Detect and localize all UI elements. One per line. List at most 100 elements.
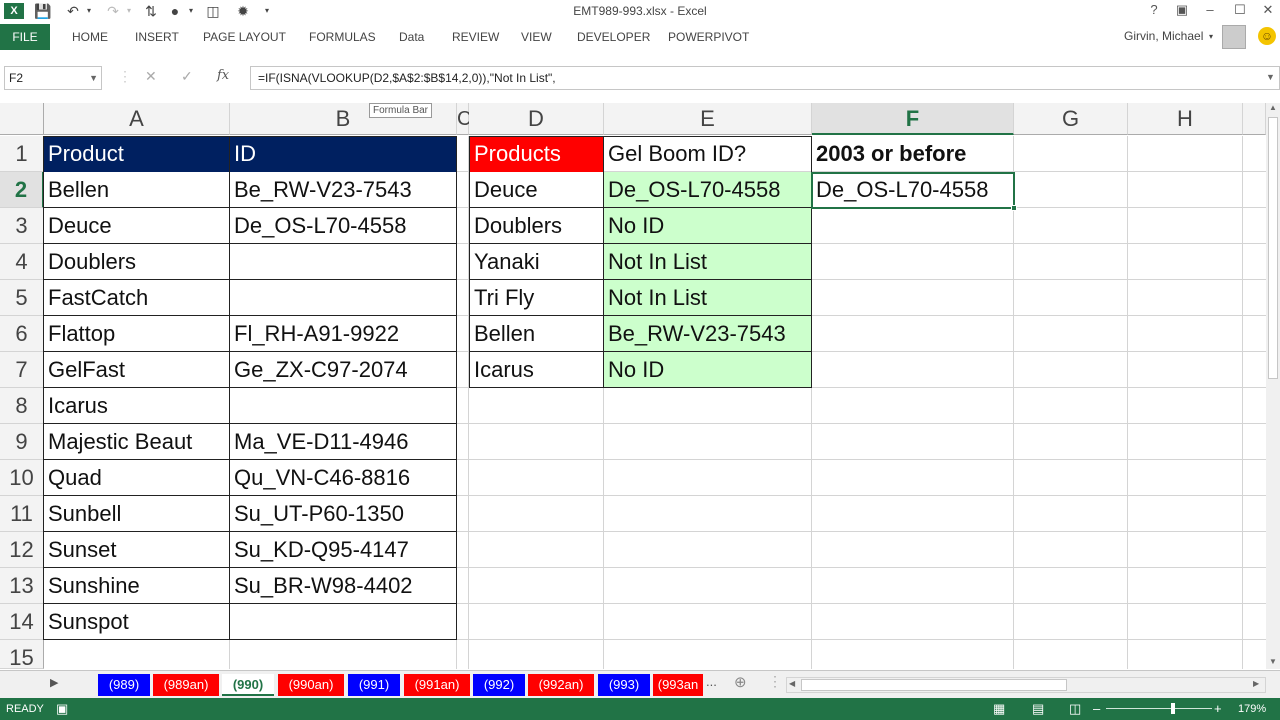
- column-header-d[interactable]: D: [469, 103, 604, 135]
- sheet-tab-992[interactable]: (992): [473, 674, 525, 696]
- row-header-3[interactable]: 3: [0, 208, 44, 244]
- sheet-tab-990an[interactable]: (990an): [278, 674, 344, 696]
- cell-e7[interactable]: No ID: [604, 352, 811, 388]
- new-sheet-icon[interactable]: ⊕: [734, 673, 747, 691]
- select-all-corner[interactable]: [0, 103, 44, 135]
- column-header-e[interactable]: E: [604, 103, 812, 135]
- page-break-view-icon[interactable]: ◫: [1069, 701, 1081, 717]
- cell-a13[interactable]: Sunshine: [44, 568, 229, 604]
- cell-a2[interactable]: Bellen: [44, 172, 229, 208]
- cell-a6[interactable]: Flattop: [44, 316, 229, 352]
- sheet-tab-991[interactable]: (991): [348, 674, 400, 696]
- cell-d5[interactable]: Tri Fly: [470, 280, 603, 316]
- sheet-tab-989[interactable]: (989): [98, 674, 150, 696]
- cell-a8[interactable]: Icarus: [44, 388, 229, 424]
- sheet-tab-990[interactable]: (990): [222, 674, 274, 696]
- expand-formula-icon[interactable]: ▼: [1266, 72, 1275, 82]
- cell-a10[interactable]: Quad: [44, 460, 229, 496]
- row-header-6[interactable]: 6: [0, 316, 44, 352]
- tab-formulas[interactable]: FORMULAS: [309, 24, 376, 50]
- row-header-14[interactable]: 14: [0, 604, 44, 640]
- tab-review[interactable]: REVIEW: [452, 24, 499, 50]
- tab-insert[interactable]: INSERT: [135, 24, 179, 50]
- row-header-5[interactable]: 5: [0, 280, 44, 316]
- cell-b6[interactable]: Fl_RH-A91-9922: [230, 316, 456, 352]
- cell-b10[interactable]: Qu_VN-C46-8816: [230, 460, 456, 496]
- user-name[interactable]: Girvin, Michael: [1124, 29, 1203, 43]
- column-header-c[interactable]: C: [457, 103, 471, 135]
- tab-powerpivot[interactable]: POWERPIVOT: [668, 24, 749, 50]
- cell-b8[interactable]: [230, 388, 456, 424]
- column-header-a[interactable]: A: [44, 103, 230, 135]
- row-header-4[interactable]: 4: [0, 244, 44, 280]
- fill-handle[interactable]: [1011, 205, 1017, 211]
- column-header-h[interactable]: H: [1128, 103, 1243, 135]
- name-box[interactable]: F2 ▼: [4, 66, 102, 90]
- header-product[interactable]: Product: [44, 136, 229, 172]
- header-gel-boom-id[interactable]: Gel Boom ID?: [604, 136, 811, 172]
- cell-f1[interactable]: 2003 or before: [812, 136, 1013, 172]
- formula-input[interactable]: =IF(ISNA(VLOOKUP(D2,$A$2:$B$14,2,0)),"No…: [250, 66, 1280, 90]
- zoom-out-icon[interactable]: –: [1093, 701, 1100, 716]
- ribbon-display-icon[interactable]: ▣: [1170, 2, 1194, 18]
- tab-file[interactable]: FILE: [0, 24, 50, 50]
- tab-home[interactable]: HOME: [72, 24, 108, 50]
- horizontal-scrollbar[interactable]: ◀ ▶: [786, 677, 1266, 693]
- cell-d7[interactable]: Icarus: [470, 352, 603, 388]
- cell-a5[interactable]: FastCatch: [44, 280, 229, 316]
- cell-e2[interactable]: De_OS-L70-4558: [604, 172, 811, 208]
- cell-e3[interactable]: No ID: [604, 208, 811, 244]
- row-header-11[interactable]: 11: [0, 496, 44, 532]
- cell-d6[interactable]: Bellen: [470, 316, 603, 352]
- row-header-8[interactable]: 8: [0, 388, 44, 424]
- vertical-scroll-thumb[interactable]: [1268, 117, 1278, 379]
- cell-a7[interactable]: GelFast: [44, 352, 229, 388]
- header-id[interactable]: ID: [230, 136, 456, 172]
- cell-d2[interactable]: Deuce: [470, 172, 603, 208]
- tab-split-dots-icon[interactable]: ⋮: [768, 673, 782, 690]
- more-sheets-ellipsis[interactable]: ...: [706, 674, 717, 689]
- vertical-scrollbar[interactable]: ▲ ▼: [1266, 103, 1280, 669]
- close-icon[interactable]: ✕: [1256, 2, 1280, 18]
- cell-a9[interactable]: Majestic Beaut: [44, 424, 229, 460]
- sheet-tab-991an[interactable]: (991an): [404, 674, 470, 696]
- cell-a3[interactable]: Deuce: [44, 208, 229, 244]
- cell-b12[interactable]: Su_KD-Q95-4147: [230, 532, 456, 568]
- maximize-icon[interactable]: ☐: [1228, 2, 1252, 18]
- tab-developer[interactable]: DEVELOPER: [577, 24, 650, 50]
- column-header-f[interactable]: F: [812, 103, 1014, 135]
- tab-data[interactable]: Data: [399, 24, 424, 50]
- cell-b7[interactable]: Ge_ZX-C97-2074: [230, 352, 456, 388]
- enter-check-icon[interactable]: ✓: [181, 68, 193, 85]
- tab-page-layout[interactable]: PAGE LAYOUT: [203, 24, 286, 50]
- scroll-right-icon[interactable]: ▶: [1253, 679, 1259, 688]
- cell-d3[interactable]: Doublers: [470, 208, 603, 244]
- cell-e6[interactable]: Be_RW-V23-7543: [604, 316, 811, 352]
- macro-record-icon[interactable]: ▣: [56, 701, 68, 717]
- scroll-up-icon[interactable]: ▲: [1269, 103, 1277, 112]
- tab-scroll-right-icon[interactable]: ▶: [50, 676, 58, 689]
- row-header-9[interactable]: 9: [0, 424, 44, 460]
- row-header-12[interactable]: 12: [0, 532, 44, 568]
- row-header-1[interactable]: 1: [0, 136, 44, 172]
- insert-function-icon[interactable]: fx: [217, 68, 229, 83]
- smiley-feedback-icon[interactable]: ☺: [1258, 27, 1276, 45]
- cell-e4[interactable]: Not In List: [604, 244, 811, 280]
- row-header-13[interactable]: 13: [0, 568, 44, 604]
- sheet-tab-989an[interactable]: (989an): [153, 674, 219, 696]
- cell-a12[interactable]: Sunset: [44, 532, 229, 568]
- cell-b2[interactable]: Be_RW-V23-7543: [230, 172, 456, 208]
- page-layout-view-icon[interactable]: ▤: [1032, 701, 1044, 717]
- scroll-down-icon[interactable]: ▼: [1269, 657, 1277, 666]
- cell-b11[interactable]: Su_UT-P60-1350: [230, 496, 456, 532]
- cell-b4[interactable]: [230, 244, 456, 280]
- zoom-slider-thumb[interactable]: [1171, 703, 1175, 714]
- cell-a11[interactable]: Sunbell: [44, 496, 229, 532]
- cell-e5[interactable]: Not In List: [604, 280, 811, 316]
- row-header-10[interactable]: 10: [0, 460, 44, 496]
- cell-a14[interactable]: Sunspot: [44, 604, 229, 640]
- cell-b3[interactable]: De_OS-L70-4558: [230, 208, 456, 244]
- horizontal-scroll-thumb[interactable]: [801, 679, 1067, 691]
- column-header-i[interactable]: [1243, 103, 1266, 135]
- cell-b5[interactable]: [230, 280, 456, 316]
